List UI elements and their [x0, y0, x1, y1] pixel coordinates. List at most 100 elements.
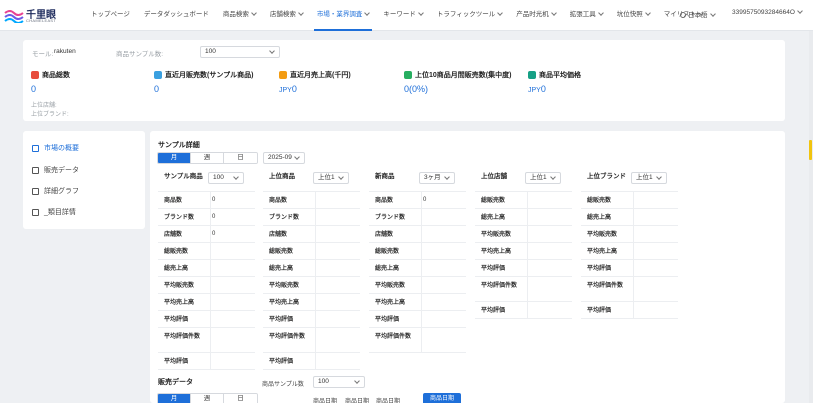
group-select[interactable]: 3ヶ月 — [419, 172, 455, 184]
row-label: 総販売数 — [269, 249, 294, 255]
metric: 商品平均価格 JPY0 — [528, 70, 581, 94]
group-select[interactable]: 上位1 — [525, 172, 561, 184]
period-tab[interactable]: 日 — [224, 153, 257, 163]
row-label: 平均評価件数 — [375, 334, 412, 340]
nav-item[interactable]: 拡張工具 — [563, 0, 610, 31]
row-label: ブランド数 — [164, 215, 195, 221]
nav-item[interactable]: トップページ — [84, 0, 137, 31]
table-row: 平均評価 — [475, 302, 572, 319]
sales-column[interactable]: 商品日期 — [345, 396, 369, 403]
average-price-icon — [528, 71, 536, 79]
table-row: 平均販売数 — [475, 226, 572, 243]
period-tab[interactable]: 週 — [191, 153, 224, 163]
period-tab[interactable]: 週 — [191, 394, 224, 403]
sales-data-icon — [32, 166, 39, 174]
nav-item[interactable]: トラフィックツール — [430, 0, 509, 31]
row-label: 総売上高 — [164, 266, 189, 272]
period-tabs: 月週日 — [157, 152, 258, 164]
row-label: 平均売上高 — [269, 300, 300, 306]
metric-value: 0 — [291, 84, 297, 94]
group-header-label: 上位店舗 — [481, 173, 507, 180]
table-row: 総販売数 — [263, 243, 360, 260]
sample-count-select[interactable]: 100 — [200, 46, 280, 58]
table-row: 平均販売数 — [369, 277, 466, 294]
metric: 直近月売上高(千円) JPY0 — [279, 70, 351, 94]
sample-group: サンプル商品 100 商品数 0 ブランド数 0 店舗数 0 総販売数 総売上高 平均販売数 平均売上… — [158, 168, 255, 370]
user-id: 3399575093284664O — [732, 9, 795, 16]
nav-item[interactable]: 坑位快照 — [610, 0, 657, 31]
cell-divider — [210, 294, 211, 310]
month-select[interactable]: 2025-09 — [263, 152, 305, 164]
cell-divider — [633, 192, 634, 208]
chevron-down-icon — [251, 10, 257, 16]
table-row: 店舗数 — [263, 226, 360, 243]
chevron-down-icon — [418, 10, 424, 16]
group-select[interactable]: 100 — [208, 172, 244, 184]
period-tab[interactable]: 日 — [224, 394, 257, 403]
table-row: 総売上高 — [581, 209, 678, 226]
row-label: 総売上高 — [481, 215, 506, 221]
row-label: 平均評価 — [481, 308, 506, 314]
sidebar-item[interactable]: 市場の概要 — [32, 143, 79, 153]
nav-item-label: 店舗検索 — [269, 11, 296, 18]
logo[interactable]: 千里眼 CHAMELEAST — [4, 5, 74, 27]
group-select[interactable]: 上位1 — [313, 172, 349, 184]
nav-item[interactable]: キーワード — [376, 0, 430, 31]
group-header-label: サンプル商品 — [164, 173, 203, 180]
row-label: 平均評価件数 — [587, 283, 624, 289]
chevron-down-icon — [497, 10, 504, 16]
sidebar-item[interactable]: 販売データ — [32, 165, 79, 175]
sidebar-item[interactable]: 詳細グラフ — [32, 186, 79, 196]
row-label: ブランド数 — [269, 215, 300, 221]
sales-column[interactable]: 商品日期 — [376, 396, 400, 403]
language-label: 日本語 — [688, 12, 708, 19]
cell-divider — [421, 192, 422, 208]
cell-divider — [633, 260, 634, 276]
table-row: 平均評価 — [158, 353, 255, 370]
mall-label: モール: — [32, 51, 54, 58]
sales-column[interactable]: 商品日期 — [313, 396, 337, 403]
sidebar-item[interactable]: _類目詳情 — [32, 207, 76, 217]
table-row: 総売上高 — [369, 260, 466, 277]
period-tab[interactable]: 月 — [158, 394, 191, 403]
page-scrollbar-thumb[interactable] — [809, 140, 812, 160]
nav-item[interactable]: 市場・業界調査 — [310, 0, 377, 31]
metric-title: 直近月売上高(千円) — [290, 72, 351, 79]
sample-count-value: 100 — [205, 48, 216, 55]
sample-group: 新商品 3ヶ月 商品数 0 ブランド数 店舗数 総販売数 総売上高 平均販売数 平均売上高 平均評価… — [369, 168, 466, 353]
nav-item[interactable]: 店舗検索 — [263, 0, 310, 31]
metric-value: 0 — [540, 84, 546, 94]
sales-column-active[interactable]: 商品日期 — [423, 393, 461, 403]
row-value: 0 — [212, 214, 216, 220]
table-row: 平均評価 — [581, 302, 678, 319]
row-label: 店舗数 — [164, 232, 183, 238]
sample-group: 上位店舗 上位1 総販売数 総売上高 平均販売数 平均売上高 平均評価 平均評価件数 平均評価 — [475, 168, 572, 319]
language-selector[interactable]: 日本語 — [680, 9, 716, 19]
table-row: 平均評価 — [263, 353, 360, 370]
nav-item[interactable]: 商品検索 — [216, 0, 263, 31]
metric-value-wrap: JPY0 — [279, 84, 351, 94]
nav-item-label: キーワード — [383, 11, 416, 18]
cell-divider — [315, 353, 316, 369]
nav-item[interactable]: データダッシュボード — [137, 0, 216, 31]
metric: 商品総数 0 — [31, 70, 70, 94]
sales-sample-select[interactable]: 100 — [313, 376, 365, 388]
mall-value: rakuten — [54, 48, 76, 55]
period-tab[interactable]: 月 — [158, 153, 191, 163]
page-scrollbar[interactable] — [809, 31, 813, 403]
cell-divider — [210, 260, 211, 276]
group-select[interactable]: 上位1 — [631, 172, 667, 184]
category-detail-icon — [32, 208, 39, 216]
cell-divider — [633, 302, 634, 318]
cell-divider — [315, 209, 316, 225]
cell-divider — [421, 328, 422, 352]
row-label: 総売上高 — [375, 266, 400, 272]
nav-item[interactable]: 产品时光机 — [509, 0, 563, 31]
cell-divider — [210, 328, 211, 352]
user-account[interactable]: 3399575093284664O — [732, 8, 803, 16]
group-header: 上位商品 上位1 — [263, 168, 360, 192]
sales-sample-value: 100 — [318, 378, 329, 385]
table-row: ブランド数 0 — [158, 209, 255, 226]
row-label: 平均評価 — [164, 359, 189, 365]
table-row: 平均評価 — [581, 260, 678, 277]
